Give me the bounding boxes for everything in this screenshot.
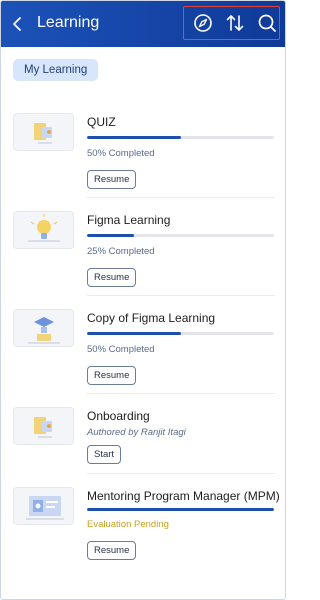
app-header: Learning bbox=[1, 1, 285, 47]
my-learning-filter-chip[interactable]: My Learning bbox=[13, 59, 99, 81]
course-title: QUIZ bbox=[87, 115, 116, 129]
progress-bar bbox=[87, 234, 274, 237]
resume-button[interactable]: Resume bbox=[87, 268, 137, 287]
course-item[interactable]: Figma Learning 25% Completed Resume bbox=[1, 199, 285, 297]
course-title: Copy of Figma Learning bbox=[87, 311, 216, 325]
compass-icon[interactable] bbox=[192, 12, 214, 34]
back-chevron-icon[interactable] bbox=[10, 14, 26, 34]
divider bbox=[87, 473, 275, 474]
progress-bar bbox=[87, 508, 274, 511]
progress-bar bbox=[87, 136, 274, 139]
resume-button[interactable]: Resume bbox=[87, 366, 137, 385]
lightbulb-illustration-icon bbox=[28, 214, 60, 242]
progress-fill bbox=[87, 332, 181, 335]
course-item[interactable]: Copy of Figma Learning 50% Completed Res… bbox=[1, 297, 285, 395]
presentation-illustration-icon bbox=[26, 496, 64, 520]
sort-icon[interactable] bbox=[224, 12, 246, 34]
app-frame: Learning My Learning QUIZ 50% Completed … bbox=[0, 0, 286, 600]
resume-button[interactable]: Resume bbox=[87, 170, 137, 189]
course-title: Mentoring Program Manager (MPM) bbox=[87, 489, 280, 503]
course-author: Authored by Ranjit Itagi bbox=[87, 427, 186, 438]
course-thumbnail bbox=[13, 113, 74, 151]
page-title: Learning bbox=[37, 14, 100, 31]
resume-button[interactable]: Resume bbox=[87, 541, 137, 560]
progress-status: 50% Completed bbox=[87, 148, 155, 159]
progress-fill bbox=[87, 508, 274, 511]
evaluation-status: Evaluation Pending bbox=[87, 519, 169, 530]
course-title: Figma Learning bbox=[87, 213, 171, 227]
divider bbox=[87, 295, 275, 296]
progress-fill bbox=[87, 136, 181, 139]
course-thumbnail bbox=[13, 309, 74, 347]
course-thumbnail bbox=[13, 407, 74, 445]
quiz-illustration-icon bbox=[34, 123, 52, 144]
graduation-cap-illustration-icon bbox=[28, 317, 60, 344]
course-item[interactable]: Mentoring Program Manager (MPM) Evaluati… bbox=[1, 475, 285, 573]
onboarding-illustration-icon bbox=[34, 417, 52, 438]
progress-status: 50% Completed bbox=[87, 344, 155, 355]
progress-fill bbox=[87, 234, 134, 237]
progress-bar bbox=[87, 332, 274, 335]
course-thumbnail bbox=[13, 487, 74, 525]
divider bbox=[87, 197, 275, 198]
course-title: Onboarding bbox=[87, 409, 150, 423]
course-thumbnail bbox=[13, 211, 74, 249]
course-item[interactable]: QUIZ 50% Completed Resume bbox=[1, 101, 285, 199]
progress-status: 25% Completed bbox=[87, 246, 155, 257]
divider bbox=[87, 393, 275, 394]
start-button[interactable]: Start bbox=[87, 445, 122, 464]
search-icon[interactable] bbox=[256, 12, 278, 34]
